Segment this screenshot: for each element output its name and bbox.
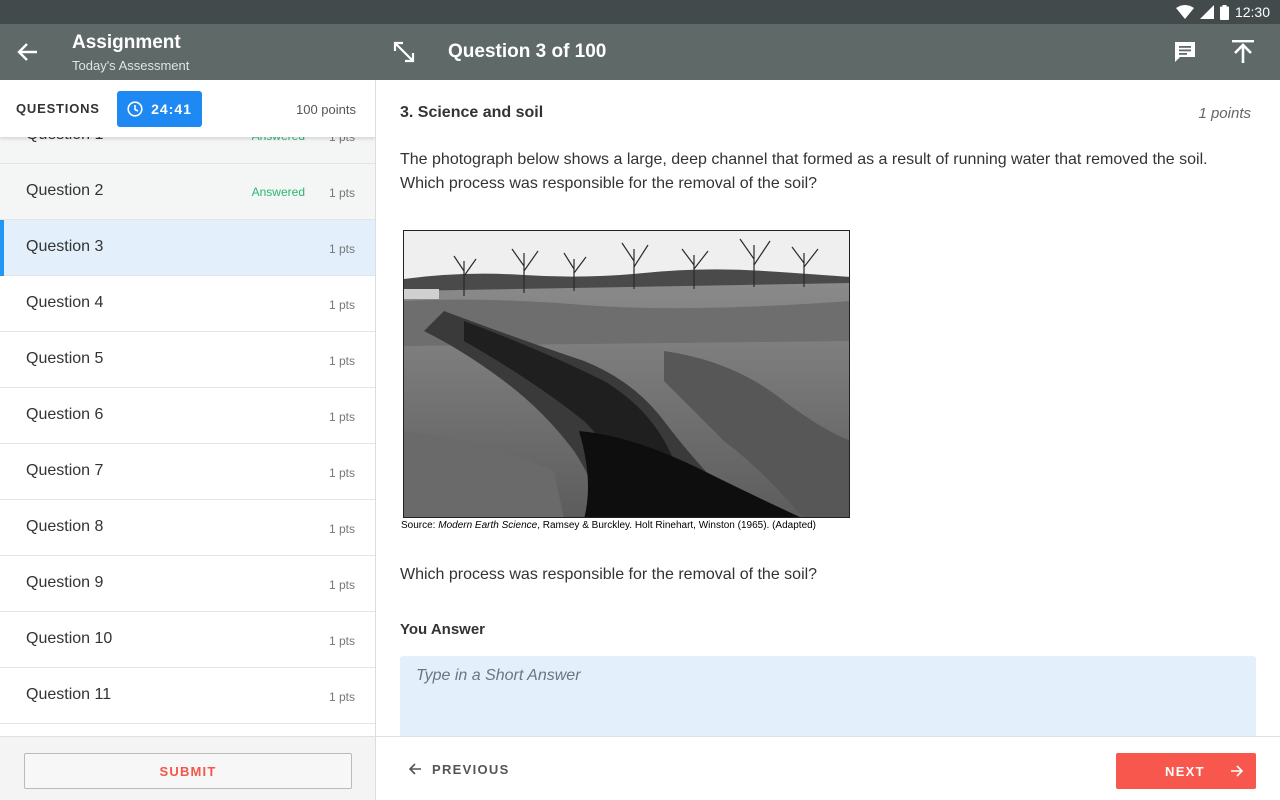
total-points: 100 points bbox=[296, 102, 356, 117]
question-list: Question 1Answered1 ptsQuestion 2Answere… bbox=[0, 108, 375, 724]
sidebar-question-6[interactable]: Question 6 1 pts bbox=[0, 388, 375, 444]
question-heading: 3. Science and soil bbox=[400, 104, 544, 121]
upload-button[interactable] bbox=[1229, 37, 1257, 65]
submit-button[interactable]: SUBMIT bbox=[24, 753, 352, 789]
question-points: 1 pts bbox=[328, 522, 355, 536]
question-label: Question 8 bbox=[26, 518, 104, 535]
next-button[interactable]: NEXT bbox=[1116, 753, 1256, 789]
expand-diagonal-icon bbox=[393, 41, 415, 63]
sidebar-question-9[interactable]: Question 9 1 pts bbox=[0, 556, 375, 612]
navigation-footer: PREVIOUS NEXT bbox=[376, 736, 1280, 800]
gully-photograph bbox=[403, 230, 850, 518]
chat-bubble-icon bbox=[1175, 42, 1195, 62]
question-label: Question 6 bbox=[26, 406, 104, 423]
question-panel: 3. Science and soil 1 points The photogr… bbox=[376, 80, 1280, 736]
wifi-icon bbox=[1175, 5, 1194, 19]
answer-label: You Answer bbox=[400, 621, 486, 638]
sidebar-header: QUESTIONS 24:41 100 points bbox=[0, 80, 375, 137]
question-points: 1 pts bbox=[328, 410, 355, 424]
previous-button[interactable]: PREVIOUS bbox=[408, 757, 510, 781]
sidebar-question-4[interactable]: Question 4 1 pts bbox=[0, 276, 375, 332]
question-label: Question 3 bbox=[26, 238, 104, 255]
previous-label: PREVIOUS bbox=[432, 761, 510, 777]
short-answer-input[interactable] bbox=[400, 656, 1256, 736]
timer-value: 24:41 bbox=[151, 101, 192, 117]
expand-button[interactable] bbox=[390, 38, 418, 66]
question-label: Question 5 bbox=[26, 350, 104, 367]
question-points: 1 pts bbox=[328, 298, 355, 312]
question-points: 1 pts bbox=[328, 634, 355, 648]
app-title: Assignment bbox=[72, 32, 181, 53]
question-points: 1 pts bbox=[328, 186, 355, 200]
caption-rest: , Ramsey & Burckley. Holt Rinehart, Wins… bbox=[537, 520, 817, 531]
question-prompt: The photograph below shows a large, deep… bbox=[400, 151, 1208, 192]
sidebar-question-10[interactable]: Question 10 1 pts bbox=[0, 612, 375, 668]
question-points: 1 pts bbox=[328, 242, 355, 256]
questions-sidebar: Question 1Answered1 ptsQuestion 2Answere… bbox=[0, 80, 376, 800]
question-label: Question 11 bbox=[26, 686, 112, 703]
status-icons: 12:30 bbox=[1175, 0, 1270, 24]
question-points: 1 points bbox=[1198, 105, 1251, 122]
question-followup: Which process was responsible for the re… bbox=[400, 566, 818, 583]
question-points: 1 pts bbox=[328, 354, 355, 368]
next-label: NEXT bbox=[1165, 764, 1205, 779]
question-points: 1 pts bbox=[328, 578, 355, 592]
app-bar: Assignment Today's Assessment Question 3… bbox=[0, 24, 1280, 80]
arrow-left-icon bbox=[17, 43, 37, 61]
question-label: Question 4 bbox=[26, 294, 104, 311]
photo-caption: Source: Modern Earth Science, Ramsey & B… bbox=[401, 520, 816, 531]
question-points: 1 pts bbox=[328, 690, 355, 704]
status-time: 12:30 bbox=[1234, 4, 1270, 20]
question-label: Question 7 bbox=[26, 462, 104, 479]
status-bar: 12:30 bbox=[0, 0, 1280, 24]
battery-icon bbox=[1219, 4, 1229, 20]
caption-prefix: Source: bbox=[401, 520, 439, 531]
back-button[interactable] bbox=[14, 38, 42, 66]
questions-label: QUESTIONS bbox=[16, 101, 100, 116]
sidebar-question-11[interactable]: Question 11 1 pts bbox=[0, 668, 375, 724]
sidebar-question-3[interactable]: Question 3 1 pts bbox=[0, 220, 375, 276]
answered-status: Answered bbox=[251, 185, 305, 199]
question-points: 1 pts bbox=[328, 466, 355, 480]
arrow-right-icon bbox=[1231, 765, 1244, 777]
app-subtitle: Today's Assessment bbox=[72, 58, 190, 73]
sidebar-question-8[interactable]: Question 8 1 pts bbox=[0, 500, 375, 556]
arrow-left-icon bbox=[408, 763, 421, 775]
sidebar-question-5[interactable]: Question 5 1 pts bbox=[0, 332, 375, 388]
upload-icon bbox=[1232, 40, 1254, 63]
question-label: Question 10 bbox=[26, 630, 113, 647]
sidebar-question-2[interactable]: Question 2 Answered 1 pts bbox=[0, 164, 375, 220]
sidebar-footer: SUBMIT bbox=[0, 736, 375, 800]
caption-source-title: Modern Earth Science bbox=[438, 520, 538, 531]
question-label: Question 9 bbox=[26, 574, 104, 591]
chat-button[interactable] bbox=[1172, 39, 1198, 65]
timer-badge: 24:41 bbox=[117, 91, 202, 127]
question-label: Question 2 bbox=[26, 182, 104, 199]
signal-icon bbox=[1199, 5, 1214, 19]
sidebar-question-7[interactable]: Question 7 1 pts bbox=[0, 444, 375, 500]
question-counter-title: Question 3 of 100 bbox=[448, 41, 607, 62]
clock-icon bbox=[127, 101, 143, 117]
